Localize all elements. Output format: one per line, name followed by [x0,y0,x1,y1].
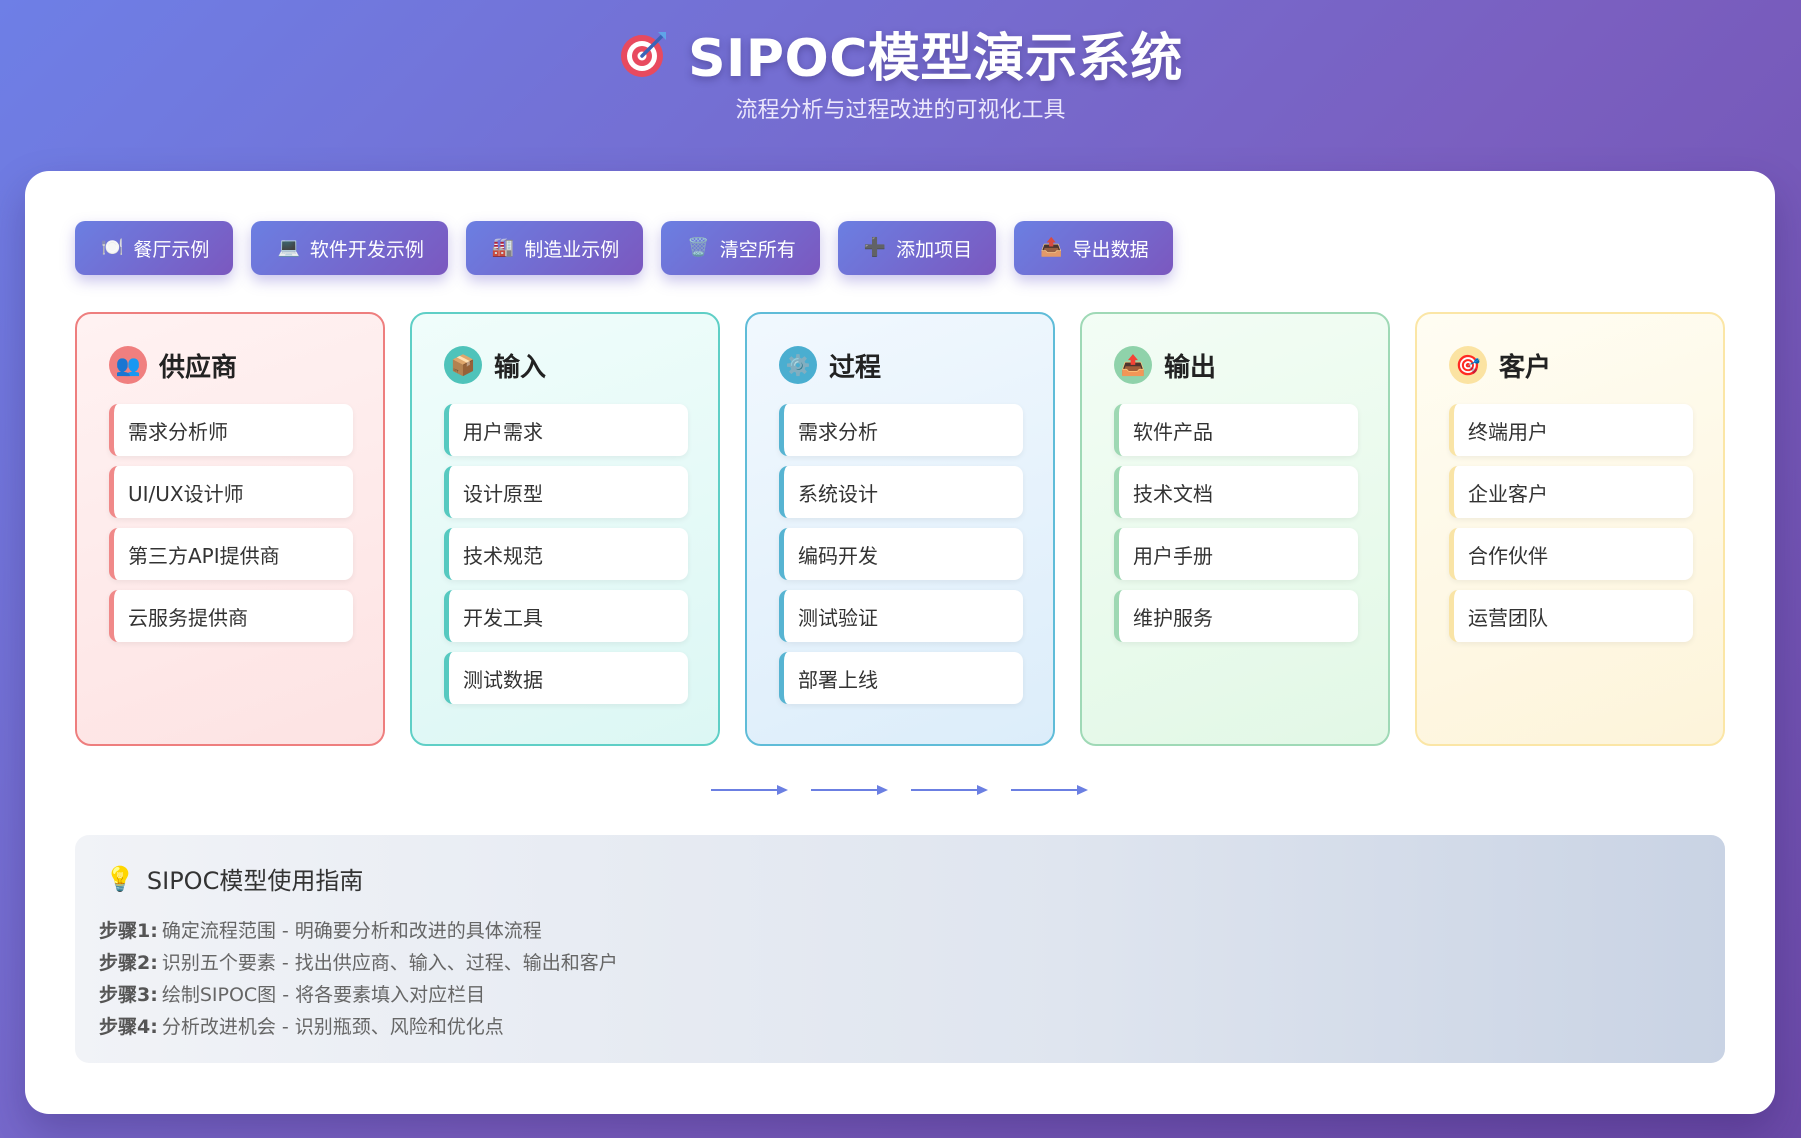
step-text: 绘制SIPOC图 - 将各要素填入对应栏目 [161,984,486,1006]
column-customer: 🎯 客户终端用户企业客户合作伙伴运营团队 [1415,312,1725,746]
column-supplier: 👥 供应商需求分析师 UI/UX设计师 第三方API提供商 云服务提供商 [75,312,385,746]
page-title: SIPOC模型演示系统 [688,29,1183,89]
list-item[interactable]: 云服务提供商 [109,590,353,642]
column-items: 用户需求设计原型技术规范开发工具测试数据 [444,404,688,714]
step-text: 确定流程范围 - 明确要分析和改进的具体流程 [161,920,542,942]
guide-title-text: SIPOC模型使用指南 [146,867,364,895]
column-items: 终端用户企业客户合作伙伴运营团队 [1449,404,1693,652]
guide-step: 步骤3: 绘制SIPOC图 - 将各要素填入对应栏目 [99,979,618,1011]
column-process: ⚙️ 过程需求分析系统设计编码开发测试验证部署上线 [745,312,1055,746]
step-label: 步骤3: [99,984,158,1006]
column-title: 客户 [1499,352,1552,383]
toolbar-button-label: 添加项目 [896,238,973,261]
laptop-icon: 💻 [277,237,300,258]
toolbar-button-label: 制造业示例 [524,238,620,261]
trash-icon: 🗑️ [687,237,710,258]
list-item[interactable]: 需求分析 [779,404,1023,456]
flow-arrows [711,783,1089,797]
box-icon: 📦 [444,346,482,384]
column-header: 👥 供应商 [109,346,237,384]
toolbar-button-label: 餐厅示例 [133,238,210,261]
step-label: 步骤2: [99,952,158,974]
list-item[interactable]: 开发工具 [444,590,688,642]
toolbar-button-5[interactable]: ➕ 添加项目 [837,221,997,275]
list-item[interactable]: 终端用户 [1449,404,1693,456]
guide-title: 💡 SIPOC模型使用指南 [105,861,363,896]
list-item[interactable]: 用户需求 [444,404,688,456]
toolbar-button-3[interactable]: 🏭 制造业示例 [465,221,644,275]
toolbar-button-label: 导出数据 [1072,238,1149,261]
flow-arrow-icon [911,785,988,795]
list-item[interactable]: 第三方API提供商 [109,528,353,580]
step-label: 步骤4: [99,1016,158,1038]
list-item[interactable]: 技术文档 [1114,466,1358,518]
column-items: 需求分析师 UI/UX设计师 第三方API提供商 云服务提供商 [109,404,353,652]
list-item[interactable]: UI/UX设计师 [109,466,353,518]
column-title: 供应商 [159,352,238,383]
guide-step: 步骤1: 确定流程范围 - 明确要分析和改进的具体流程 [99,915,618,947]
toolbar-button-4[interactable]: 🗑️ 清空所有 [661,221,820,275]
toolbar-button-1[interactable]: 🍽️ 餐厅示例 [75,221,234,275]
column-header: 📦 输入 [444,346,546,384]
title-row: SIPOC模型演示系统 [0,16,1801,91]
list-item[interactable]: 企业客户 [1449,466,1693,518]
list-item[interactable]: 维护服务 [1114,590,1358,642]
toolbar-button-6[interactable]: 📤 导出数据 [1014,221,1173,275]
step-label: 步骤1: [99,920,158,942]
page-header: SIPOC模型演示系统 流程分析与过程改进的可视化工具 [0,0,1801,170]
flow-arrow-icon [711,785,788,795]
flow-arrow-icon [1011,785,1088,795]
target-icon: 🎯 [1449,346,1487,384]
column-header: 🎯 客户 [1449,346,1551,384]
target-icon [621,31,667,77]
plus-icon: ➕ [863,237,887,258]
list-item[interactable]: 测试数据 [444,652,688,704]
step-text: 识别五个要素 - 找出供应商、输入、过程、输出和客户 [161,952,618,974]
toolbar-button-label: 清空所有 [719,238,796,261]
column-title: 输出 [1164,352,1217,383]
list-item[interactable]: 编码开发 [779,528,1023,580]
list-item[interactable]: 软件产品 [1114,404,1358,456]
list-item[interactable]: 技术规范 [444,528,688,580]
list-item[interactable]: 测试验证 [779,590,1023,642]
outbox-icon: 📤 [1114,346,1152,384]
toolbar: 🍽️ 餐厅示例 💻 软件开发示例 🏭 制造业示例 🗑️ 清空所有 ➕ 添加项目 📤 导出数据 [75,221,1173,275]
people-icon: 👥 [109,346,147,384]
export-icon: 📤 [1040,237,1063,258]
column-input: 📦 输入用户需求设计原型技术规范开发工具测试数据 [410,312,720,746]
toolbar-button-label: 软件开发示例 [309,238,424,261]
column-header: ⚙️ 过程 [779,346,881,384]
plate-icon: 🍽️ [101,237,124,258]
flow-arrow-icon [811,785,888,795]
list-item[interactable]: 运营团队 [1449,590,1693,642]
list-item[interactable]: 用户手册 [1114,528,1358,580]
column-output: 📤 输出软件产品技术文档用户手册维护服务 [1080,312,1390,746]
list-item[interactable]: 系统设计 [779,466,1023,518]
page-subtitle: 流程分析与过程改进的可视化工具 [735,98,1066,123]
list-item[interactable]: 部署上线 [779,652,1023,704]
list-item[interactable]: 合作伙伴 [1449,528,1693,580]
gear-icon: ⚙️ [779,346,817,384]
column-header: 📤 输出 [1114,346,1216,384]
lightbulb-icon: 💡 [105,864,135,893]
usage-guide: 💡 SIPOC模型使用指南 步骤1: 确定流程范围 - 明确要分析和改进的具体流程… [75,835,1725,1063]
guide-step: 步骤4: 分析改进机会 - 识别瓶颈、风险和优化点 [99,1011,618,1043]
guide-step: 步骤2: 识别五个要素 - 找出供应商、输入、过程、输出和客户 [99,947,618,979]
column-title: 输入 [494,352,547,383]
column-items: 软件产品技术文档用户手册维护服务 [1114,404,1358,652]
factory-icon: 🏭 [491,237,515,258]
list-item[interactable]: 设计原型 [444,466,688,518]
list-item[interactable]: 需求分析师 [109,404,353,456]
toolbar-button-2[interactable]: 💻 软件开发示例 [251,221,448,275]
guide-steps: 步骤1: 确定流程范围 - 明确要分析和改进的具体流程 步骤2: 识别五个要素 - 找… [99,915,618,1043]
column-title: 过程 [829,352,882,383]
main-panel: 🍽️ 餐厅示例 💻 软件开发示例 🏭 制造业示例 🗑️ 清空所有 ➕ 添加项目 📤 导出数据 👥 供应商… [25,171,1775,1114]
step-text: 分析改进机会 - 识别瓶颈、风险和优化点 [161,1016,504,1038]
column-items: 需求分析系统设计编码开发测试验证部署上线 [779,404,1023,714]
sipoc-columns: 👥 供应商需求分析师 UI/UX设计师 第三方API提供商 云服务提供商 📦 输入用户需求设… [75,312,1725,746]
